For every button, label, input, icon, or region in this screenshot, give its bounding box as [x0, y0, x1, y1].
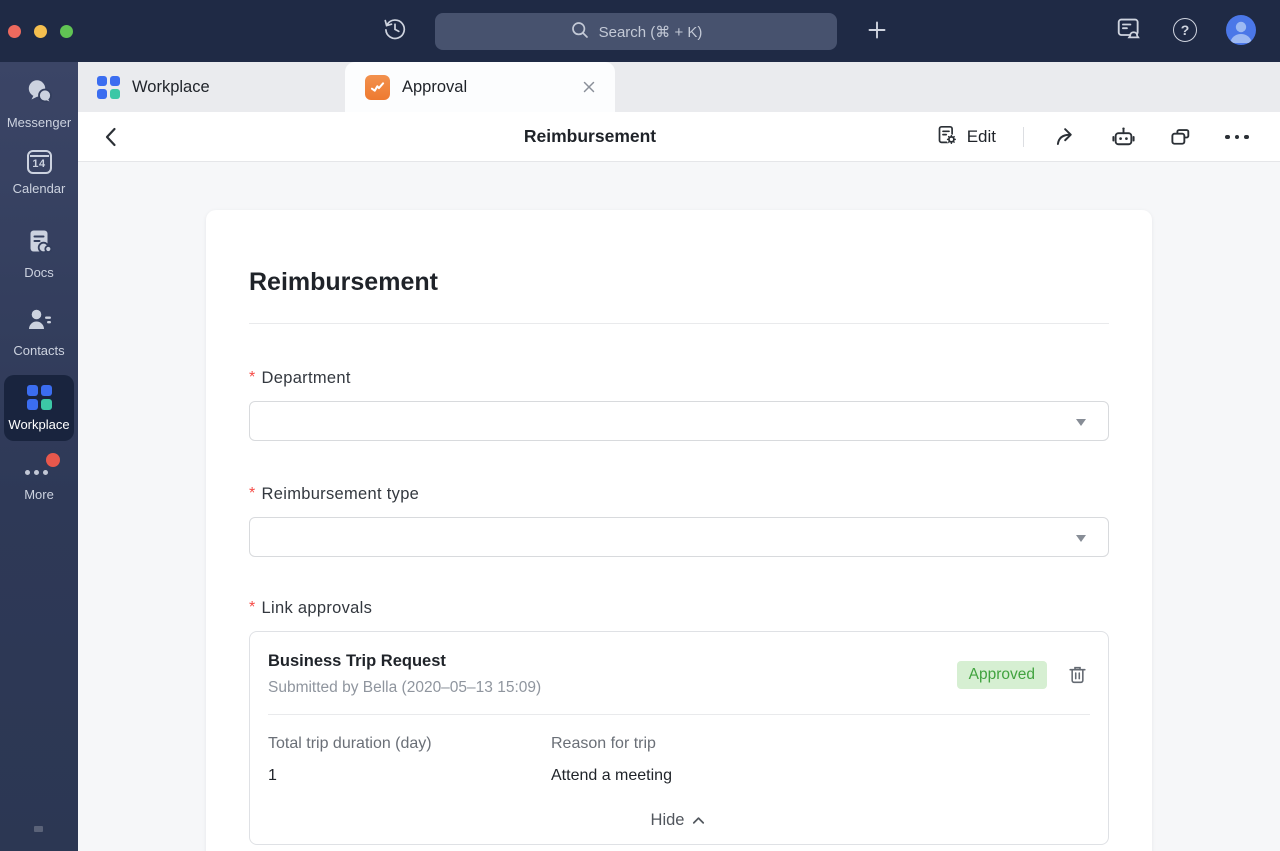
bot-button[interactable]	[1108, 122, 1138, 152]
sidebar-item-messenger[interactable]: Messenger	[0, 78, 78, 130]
search-input[interactable]: Search (⌘ + K)	[435, 13, 837, 50]
user-avatar[interactable]	[1226, 15, 1256, 45]
tab-approval[interactable]: Approval	[345, 62, 615, 112]
trash-icon	[1066, 663, 1089, 686]
search-icon	[570, 20, 590, 44]
sidebar-item-label: More	[24, 487, 54, 502]
hide-details-button[interactable]: Hide	[651, 811, 708, 830]
search-placeholder: Search (⌘ + K)	[599, 23, 703, 41]
field-label-link-approvals: * Link approvals	[249, 599, 1109, 618]
linked-approval-submitted: Submitted by Bella (2020–05–13 15:09)	[268, 679, 957, 697]
help-button[interactable]: ?	[1170, 15, 1200, 45]
hide-label: Hide	[651, 811, 685, 830]
person-icon	[1226, 15, 1256, 45]
detail-label: Total trip duration (day)	[268, 735, 551, 753]
sidebar-item-calendar[interactable]: 14 Calendar	[0, 150, 78, 196]
sidebar-footer-icon	[34, 826, 43, 832]
sidebar-item-label: Messenger	[7, 115, 71, 130]
panel-bell-icon	[1115, 14, 1143, 47]
contacts-icon	[26, 306, 53, 336]
linked-approval-card[interactable]: Business Trip Request Submitted by Bella…	[249, 631, 1109, 845]
close-window-button[interactable]	[8, 25, 21, 38]
divider	[249, 323, 1109, 324]
ellipsis-icon	[1225, 135, 1249, 140]
divider	[1023, 127, 1024, 147]
chevron-down-icon	[1076, 419, 1086, 426]
form-title: Reimbursement	[249, 268, 1109, 297]
chevron-up-icon	[690, 812, 707, 829]
page-header: Reimbursement	[78, 112, 1280, 162]
delete-linked-approval-button[interactable]	[1064, 662, 1090, 688]
linked-approval-details: Total trip duration (day) 1 Reason for t…	[268, 735, 1090, 785]
history-icon	[382, 16, 408, 47]
reimbursement-type-select[interactable]	[249, 517, 1109, 557]
edit-button[interactable]: Edit	[935, 123, 996, 152]
notification-settings-button[interactable]	[1114, 15, 1144, 45]
status-badge: Approved	[957, 661, 1047, 689]
robot-icon	[1110, 124, 1137, 151]
edit-label: Edit	[967, 127, 996, 147]
tab-workplace[interactable]: Workplace	[78, 62, 345, 112]
question-mark-icon: ?	[1173, 18, 1197, 42]
content-area: Reimbursement * Department * Reimburseme…	[78, 162, 1280, 851]
sidebar-item-docs[interactable]: Docs	[0, 228, 78, 280]
tab-bar: Workplace Approval	[78, 62, 1280, 112]
page-title: Reimbursement	[524, 126, 656, 147]
back-button[interactable]	[98, 123, 126, 151]
app-window: Search (⌘ + K) ?	[0, 0, 1280, 851]
plus-icon	[866, 19, 888, 46]
more-dots-icon	[22, 456, 56, 480]
field-label-reimbursement-type: * Reimbursement type	[249, 485, 1109, 504]
approval-icon	[365, 75, 390, 100]
sidebar-item-label: Calendar	[13, 181, 66, 196]
chevron-left-icon	[99, 124, 125, 150]
new-tab-button[interactable]	[864, 19, 890, 45]
linked-approval-header: Business Trip Request Submitted by Bella…	[268, 652, 1090, 697]
share-icon	[1053, 124, 1079, 150]
close-tab-button[interactable]	[577, 75, 601, 99]
calendar-icon: 14	[27, 150, 52, 174]
docs-icon	[26, 228, 53, 258]
sidebar-item-more[interactable]: More	[0, 456, 78, 502]
share-button[interactable]	[1051, 122, 1081, 152]
sidebar-item-label: Contacts	[13, 343, 64, 358]
chevron-down-icon	[1076, 535, 1086, 542]
workplace-icon	[97, 76, 120, 99]
header-actions: Edit	[935, 112, 1252, 162]
zoom-window-button[interactable]	[60, 25, 73, 38]
form-card: Reimbursement * Department * Reimburseme…	[206, 210, 1152, 851]
main-area: Workplace Approval	[78, 62, 1280, 851]
sidebar: Messenger 14 Calendar Docs	[0, 62, 78, 851]
required-marker: *	[249, 485, 256, 503]
tab-label: Workplace	[132, 78, 210, 97]
minimize-window-button[interactable]	[34, 25, 47, 38]
department-select[interactable]	[249, 401, 1109, 441]
required-marker: *	[249, 369, 256, 387]
duplicate-window-icon	[1168, 125, 1193, 150]
notification-badge	[46, 453, 60, 467]
sidebar-item-workplace[interactable]: Workplace	[4, 375, 74, 441]
detail-value: 1	[268, 767, 551, 785]
tab-label: Approval	[402, 78, 467, 97]
linked-approval-title: Business Trip Request	[268, 652, 957, 671]
window-controls	[8, 25, 73, 38]
workplace-icon	[27, 385, 52, 410]
more-actions-button[interactable]	[1222, 122, 1252, 152]
open-in-new-window-button[interactable]	[1165, 122, 1195, 152]
close-icon	[580, 78, 598, 96]
detail-value: Attend a meeting	[551, 767, 672, 785]
divider	[268, 714, 1090, 715]
topbar-right-group: ?	[1114, 15, 1256, 45]
messenger-icon	[26, 78, 53, 108]
sidebar-item-contacts[interactable]: Contacts	[0, 306, 78, 358]
sidebar-item-label: Workplace	[8, 417, 69, 432]
form-edit-icon	[935, 123, 959, 152]
field-label-department: * Department	[249, 369, 1109, 388]
detail-label: Reason for trip	[551, 735, 672, 753]
required-marker: *	[249, 599, 256, 617]
sidebar-item-label: Docs	[24, 265, 54, 280]
topbar: Search (⌘ + K) ?	[0, 0, 1280, 62]
history-button[interactable]	[381, 17, 409, 45]
